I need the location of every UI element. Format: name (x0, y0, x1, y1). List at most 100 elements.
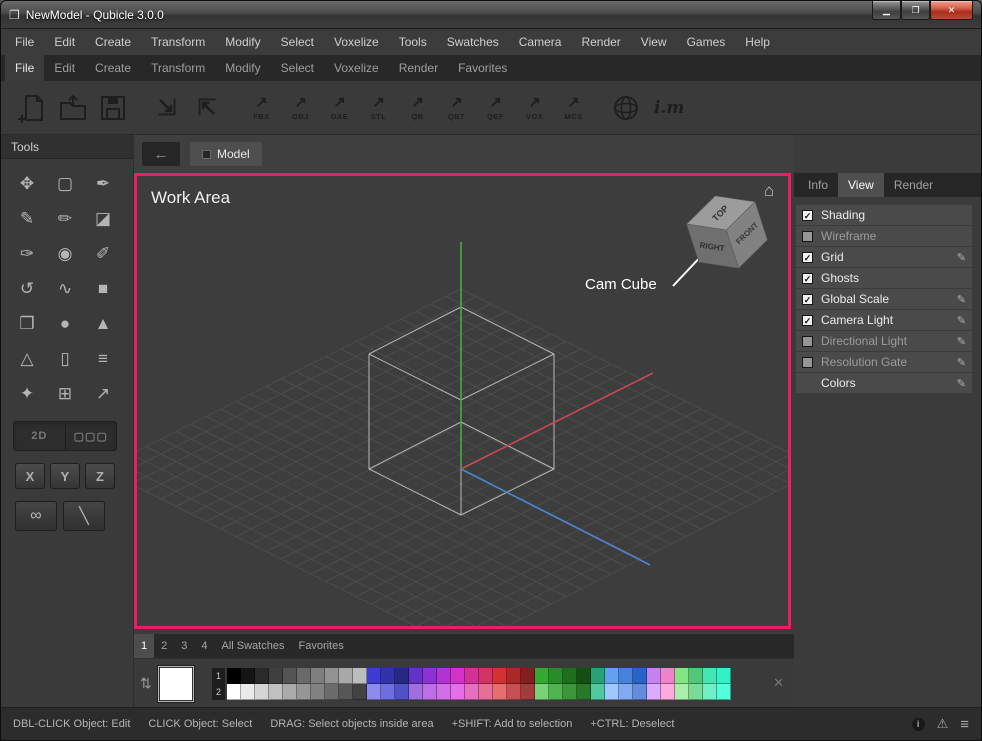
color-swatch[interactable] (283, 668, 297, 684)
color-swatch[interactable] (689, 684, 703, 700)
share-sphere-button[interactable] (608, 90, 644, 126)
color-swatch[interactable] (703, 684, 717, 700)
menu-select[interactable]: Select (271, 29, 324, 55)
color-swatch[interactable] (619, 668, 633, 684)
axis-z-button[interactable]: Z (85, 463, 115, 489)
color-swatch[interactable] (619, 684, 633, 700)
menu2-modify[interactable]: Modify (215, 55, 270, 81)
tab-model[interactable]: Model (190, 142, 262, 166)
color-swatch[interactable] (703, 668, 717, 684)
color-swatch[interactable] (409, 668, 423, 684)
menu-swatches[interactable]: Swatches (437, 29, 509, 55)
color-swatch[interactable] (367, 668, 381, 684)
swatch-tab-2[interactable]: 2 (154, 634, 174, 658)
color-swatch[interactable] (423, 684, 437, 700)
swatch-tab-all-swatches[interactable]: All Swatches (215, 634, 292, 658)
new-file-button[interactable] (15, 90, 51, 126)
color-swatch[interactable] (535, 668, 549, 684)
color-swatch[interactable] (437, 684, 451, 700)
color-swatch[interactable] (689, 668, 703, 684)
color-swatch[interactable] (353, 684, 367, 700)
minimize-button[interactable]: ▁ (872, 1, 901, 20)
format-dae-button[interactable]: ↗DAE (321, 88, 358, 128)
pencil-tool[interactable]: ✎ (11, 204, 43, 234)
color-swatch[interactable] (227, 684, 241, 700)
menu2-create[interactable]: Create (85, 55, 141, 81)
swirl-tool[interactable]: ↺ (11, 274, 43, 304)
format-vox-button[interactable]: ↗VOX (516, 88, 553, 128)
color-swatch[interactable] (717, 684, 731, 700)
color-swatch[interactable] (409, 684, 423, 700)
tab-info[interactable]: Info (798, 173, 838, 197)
color-swatch[interactable] (269, 668, 283, 684)
tab-view[interactable]: View (838, 173, 884, 197)
color-swatch[interactable] (437, 668, 451, 684)
color-swatch[interactable] (297, 684, 311, 700)
color-swatch[interactable] (241, 684, 255, 700)
format-obj-button[interactable]: ↗OBJ (282, 88, 319, 128)
color-swatch[interactable] (507, 668, 521, 684)
format-fbx-button[interactable]: ↗FBX (243, 88, 280, 128)
menu-view[interactable]: View (631, 29, 677, 55)
curve-tool[interactable]: ∿ (49, 274, 81, 304)
color-swatch[interactable] (353, 668, 367, 684)
menu2-favorites[interactable]: Favorites (448, 55, 517, 81)
sphere-tool[interactable]: ● (49, 309, 81, 339)
pyramid-tool[interactable]: ▲ (87, 309, 119, 339)
color-swatch[interactable] (549, 668, 563, 684)
color-swatch[interactable] (423, 668, 437, 684)
swatch-tab-3[interactable]: 3 (174, 634, 194, 658)
menu-edit[interactable]: Edit (44, 29, 85, 55)
paint-tool[interactable]: ✐ (87, 239, 119, 269)
menu2-transform[interactable]: Transform (141, 55, 215, 81)
color-swatch[interactable] (563, 668, 577, 684)
checkbox-camera-light[interactable]: ✓ (802, 315, 813, 326)
color-swatch[interactable] (493, 668, 507, 684)
color-swatch[interactable] (339, 668, 353, 684)
color-swatch[interactable] (311, 684, 325, 700)
save-file-button[interactable] (95, 90, 131, 126)
color-swatch[interactable] (521, 668, 535, 684)
tab-render[interactable]: Render (884, 173, 943, 197)
color-swatch[interactable] (325, 668, 339, 684)
color-swatch[interactable] (283, 684, 297, 700)
color-swatch[interactable] (661, 684, 675, 700)
eyedropper-tool[interactable]: ✒ (87, 169, 119, 199)
menu2-voxelize[interactable]: Voxelize (324, 55, 389, 81)
wand-select-tool[interactable]: ✦ (11, 379, 43, 409)
cylinder-tool[interactable]: ▯ (49, 344, 81, 374)
menu-help[interactable]: Help (735, 29, 780, 55)
checkbox-global-scale[interactable]: ✓ (802, 294, 813, 305)
color-swatch[interactable] (241, 668, 255, 684)
format-qb-button[interactable]: ↗QB (399, 88, 436, 128)
color-swatch[interactable] (465, 668, 479, 684)
move-tool[interactable]: ✥ (11, 169, 43, 199)
color-swatch[interactable] (395, 684, 409, 700)
line-mode-button[interactable]: ╲ (63, 501, 105, 531)
voxel-grid-tool[interactable]: ⊞ (49, 379, 81, 409)
color-swatch[interactable] (661, 668, 675, 684)
color-swatch[interactable] (479, 668, 493, 684)
eraser-tool[interactable]: ◪ (87, 204, 119, 234)
edit-icon[interactable]: ✎ (957, 377, 966, 390)
color-swatch[interactable] (675, 684, 689, 700)
primary-color-swatch[interactable] (158, 666, 194, 702)
color-swatch[interactable] (633, 684, 647, 700)
menu-render[interactable]: Render (571, 29, 630, 55)
resize-tool[interactable]: ↗ (87, 379, 119, 409)
color-swatch[interactable] (451, 684, 465, 700)
checkbox-shading[interactable]: ✓ (802, 210, 813, 221)
axis-y-button[interactable]: Y (50, 463, 80, 489)
color-swatch[interactable] (381, 668, 395, 684)
box-tool[interactable]: ■ (87, 274, 119, 304)
color-swatch[interactable] (675, 668, 689, 684)
color-swatch[interactable] (647, 668, 661, 684)
checkbox-directional-light[interactable] (802, 336, 813, 347)
titlebar[interactable]: ❒ NewModel - Qubicle 3.0.0 ▁ ❐ ✕ (1, 1, 981, 29)
color-swatch[interactable] (647, 684, 661, 700)
format-qbt-button[interactable]: ↗QBT (438, 88, 475, 128)
fill-tool[interactable]: ◉ (49, 239, 81, 269)
color-swatch[interactable] (591, 668, 605, 684)
maximize-button[interactable]: ❐ (901, 1, 930, 20)
menu2-render[interactable]: Render (389, 55, 448, 81)
